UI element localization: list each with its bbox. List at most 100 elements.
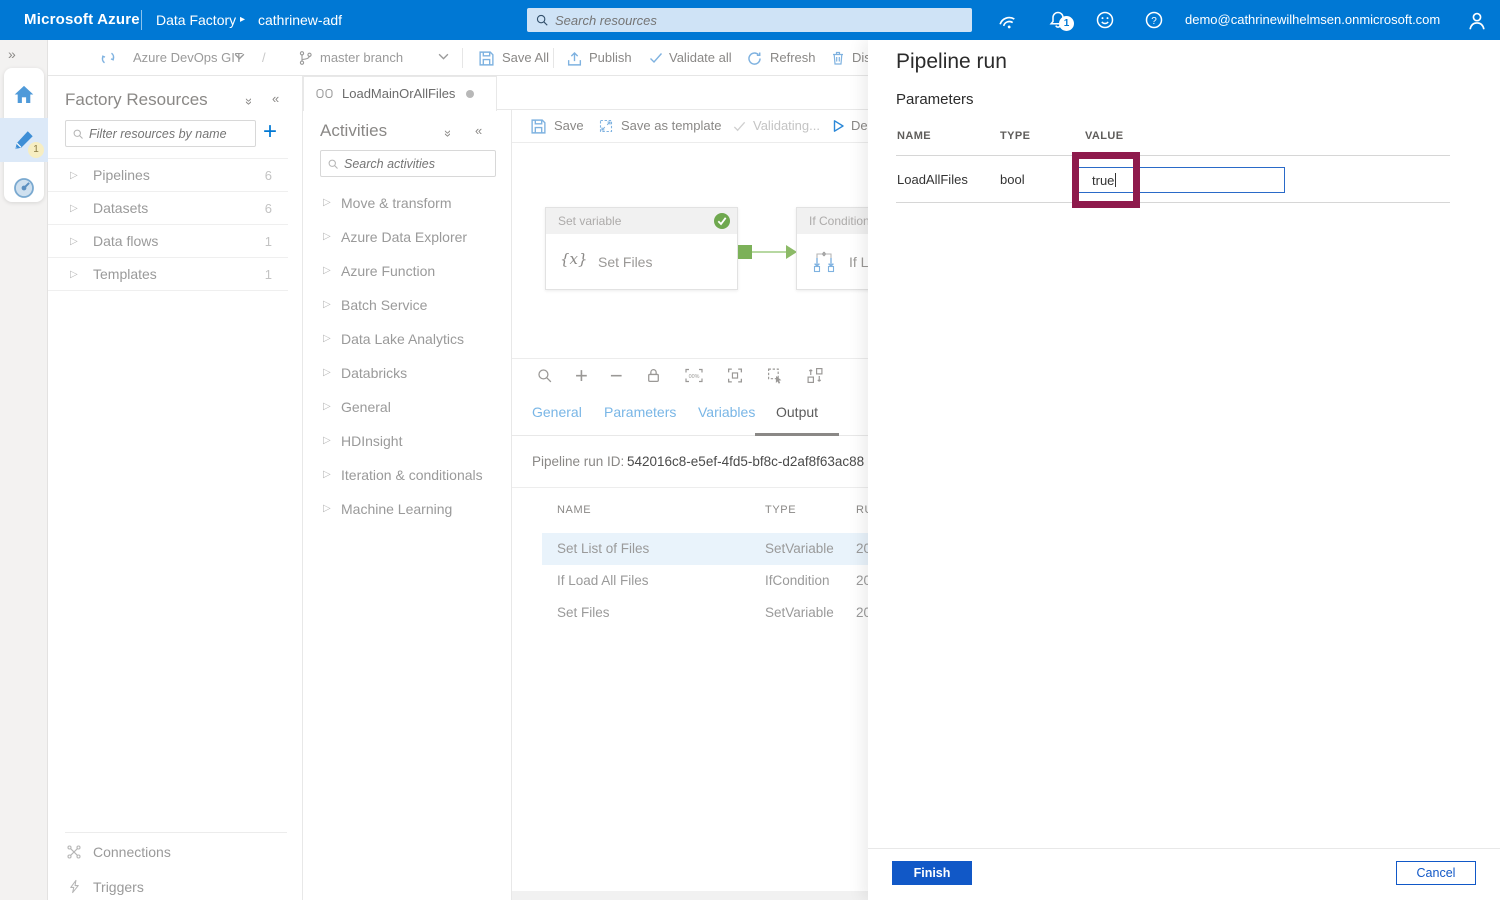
finish-button[interactable]: Finish bbox=[892, 861, 972, 885]
connector-port[interactable] bbox=[738, 245, 752, 259]
pipeline-canvas[interactable]: Set variable {x} Set Files If Condition … bbox=[512, 143, 868, 358]
annotation-highlight-box bbox=[1072, 152, 1140, 208]
resource-filter[interactable] bbox=[65, 120, 256, 147]
feedback-smiley-icon[interactable] bbox=[1095, 10, 1117, 32]
activity-category[interactable]: ▷Data Lake Analytics bbox=[303, 322, 512, 356]
activity-node-if-condition[interactable]: If Condition If Load All Files bbox=[796, 207, 868, 290]
chevron-down-icon[interactable] bbox=[438, 53, 454, 69]
zoom-in-icon[interactable]: + bbox=[575, 367, 588, 384]
tab-parameters[interactable]: Parameters bbox=[604, 392, 676, 433]
activity-category[interactable]: ▷Batch Service bbox=[303, 288, 512, 322]
activities-search-input[interactable] bbox=[344, 157, 489, 171]
activities-search[interactable] bbox=[320, 150, 496, 177]
nav-monitor[interactable] bbox=[0, 166, 48, 210]
chevron-right-icon[interactable]: ▷ bbox=[323, 458, 331, 492]
refresh-button[interactable]: Refresh bbox=[770, 40, 816, 75]
table-row[interactable]: Set Files SetVariable 2019 bbox=[512, 597, 868, 629]
save-icon bbox=[530, 118, 546, 134]
zoom-out-icon[interactable]: − bbox=[610, 367, 623, 384]
auto-align-icon[interactable] bbox=[806, 367, 824, 384]
repo-selector[interactable]: Azure DevOps GIT bbox=[133, 40, 243, 75]
global-search[interactable] bbox=[527, 8, 972, 32]
chevron-down-icon[interactable] bbox=[234, 53, 250, 69]
chevron-right-icon[interactable]: ▷ bbox=[323, 356, 331, 390]
chevron-right-icon[interactable]: ▷ bbox=[323, 492, 331, 526]
table-row[interactable]: If Load All Files IfCondition 2019 bbox=[512, 565, 868, 597]
publish-button[interactable]: Publish bbox=[589, 40, 632, 75]
category-label: Databricks bbox=[341, 356, 407, 390]
azure-brand[interactable]: Microsoft Azure bbox=[24, 0, 140, 40]
chevron-right-icon[interactable]: ▷ bbox=[323, 220, 331, 254]
tab-loadmainorallfiles[interactable]: LoadMainOrAllFiles bbox=[303, 76, 497, 111]
notifications-bell-icon[interactable]: 1 bbox=[1048, 10, 1070, 32]
tab-output[interactable]: Output bbox=[755, 392, 839, 436]
save-button[interactable]: Save bbox=[554, 110, 584, 142]
category-label: Azure Function bbox=[341, 254, 435, 288]
panel-title: Activities bbox=[320, 121, 387, 141]
activity-category[interactable]: ▷HDInsight bbox=[303, 424, 512, 458]
feedback-signal-icon[interactable] bbox=[996, 10, 1018, 32]
save-all-button[interactable]: Save All bbox=[502, 40, 549, 75]
activity-category[interactable]: ▷ Databricks bbox=[303, 356, 512, 390]
validate-all-button[interactable]: Validate all bbox=[669, 40, 732, 75]
chevron-right-icon[interactable]: ▷ bbox=[70, 192, 78, 225]
cancel-button[interactable]: Cancel bbox=[1396, 861, 1476, 885]
nav-author[interactable]: 1 bbox=[0, 118, 48, 162]
chevron-right-icon[interactable]: ▷ bbox=[323, 424, 331, 458]
author-badge: 1 bbox=[28, 142, 44, 158]
chevron-right-icon[interactable]: ▷ bbox=[70, 258, 78, 291]
activity-category[interactable]: ▷Move & transform bbox=[303, 186, 512, 220]
horizontal-scrollbar[interactable] bbox=[512, 891, 868, 900]
unsaved-dot-icon bbox=[466, 90, 474, 98]
account-person-icon[interactable] bbox=[1466, 10, 1488, 32]
activity-category[interactable]: ▷Machine Learning bbox=[303, 492, 512, 526]
collapse-panel-icon[interactable]: « bbox=[272, 91, 279, 106]
fit-to-screen-icon[interactable] bbox=[726, 367, 744, 384]
chevron-right-icon[interactable]: ▷ bbox=[323, 186, 331, 220]
multi-select-icon[interactable] bbox=[766, 367, 784, 384]
tree-item-pipelines[interactable]: ▷ Pipelines 6 bbox=[48, 159, 288, 192]
breadcrumb-resource[interactable]: cathrinew-adf bbox=[258, 0, 342, 40]
nav-home[interactable] bbox=[0, 72, 48, 116]
account-email[interactable]: demo@cathrinewilhelmsen.onmicrosoft.com bbox=[1185, 0, 1440, 40]
branch-selector[interactable]: master branch bbox=[320, 40, 403, 75]
pipeline-icon bbox=[316, 86, 333, 101]
svg-text:?: ? bbox=[1151, 16, 1157, 27]
tree-item-datasets[interactable]: ▷ Datasets 6 bbox=[48, 192, 288, 225]
activity-category[interactable]: ▷ Azure Data Explorer bbox=[303, 220, 512, 254]
tab-general[interactable]: General bbox=[532, 392, 582, 433]
chevron-right-icon[interactable]: ▷ bbox=[70, 225, 78, 258]
tree-item-count: 1 bbox=[265, 225, 272, 258]
tree-item-templates[interactable]: ▷ Templates 1 bbox=[48, 258, 288, 291]
expand-rail-icon[interactable]: » bbox=[8, 46, 16, 62]
activity-category[interactable]: ▷General bbox=[303, 390, 512, 424]
category-label: Azure Data Explorer bbox=[341, 220, 467, 254]
save-as-template-button[interactable]: Save as template bbox=[621, 110, 721, 142]
tree-item-data-flows[interactable]: ▷ Data flows 1 bbox=[48, 225, 288, 258]
table-row[interactable]: Set List of Files SetVariable 2019 bbox=[542, 533, 868, 565]
activity-category[interactable]: ▷ Azure Function bbox=[303, 254, 512, 288]
resource-filter-input[interactable] bbox=[89, 127, 249, 141]
lock-icon[interactable] bbox=[645, 367, 662, 384]
if-condition-icon bbox=[811, 250, 837, 274]
triggers-item[interactable]: Triggers bbox=[48, 871, 288, 900]
canvas-search-icon[interactable] bbox=[536, 367, 553, 384]
zoom-100-icon[interactable]: 00% bbox=[684, 367, 704, 384]
activity-category[interactable]: ▷Iteration & conditionals bbox=[303, 458, 512, 492]
collapse-panel-icon[interactable]: « bbox=[475, 123, 482, 138]
help-icon[interactable]: ? bbox=[1144, 10, 1166, 32]
chevron-right-icon[interactable]: ▷ bbox=[323, 390, 331, 424]
connections-item[interactable]: Connections bbox=[48, 836, 288, 869]
tab-variables[interactable]: Variables bbox=[698, 392, 755, 433]
chevron-right-icon[interactable]: ▷ bbox=[323, 288, 331, 322]
collapse-all-icon[interactable]: « bbox=[240, 98, 255, 105]
chevron-right-icon[interactable]: ▷ bbox=[70, 159, 78, 192]
collapse-all-icon[interactable]: « bbox=[439, 130, 454, 137]
chevron-right-icon[interactable]: ▷ bbox=[323, 322, 331, 356]
activity-name: If Load All Files bbox=[849, 234, 868, 290]
activity-node-set-variable[interactable]: Set variable {x} Set Files bbox=[545, 207, 738, 290]
add-resource-button[interactable]: + bbox=[263, 118, 277, 146]
chevron-right-icon[interactable]: ▷ bbox=[323, 254, 331, 288]
search-input[interactable] bbox=[555, 13, 964, 28]
breadcrumb-app[interactable]: Data Factory bbox=[156, 0, 236, 40]
